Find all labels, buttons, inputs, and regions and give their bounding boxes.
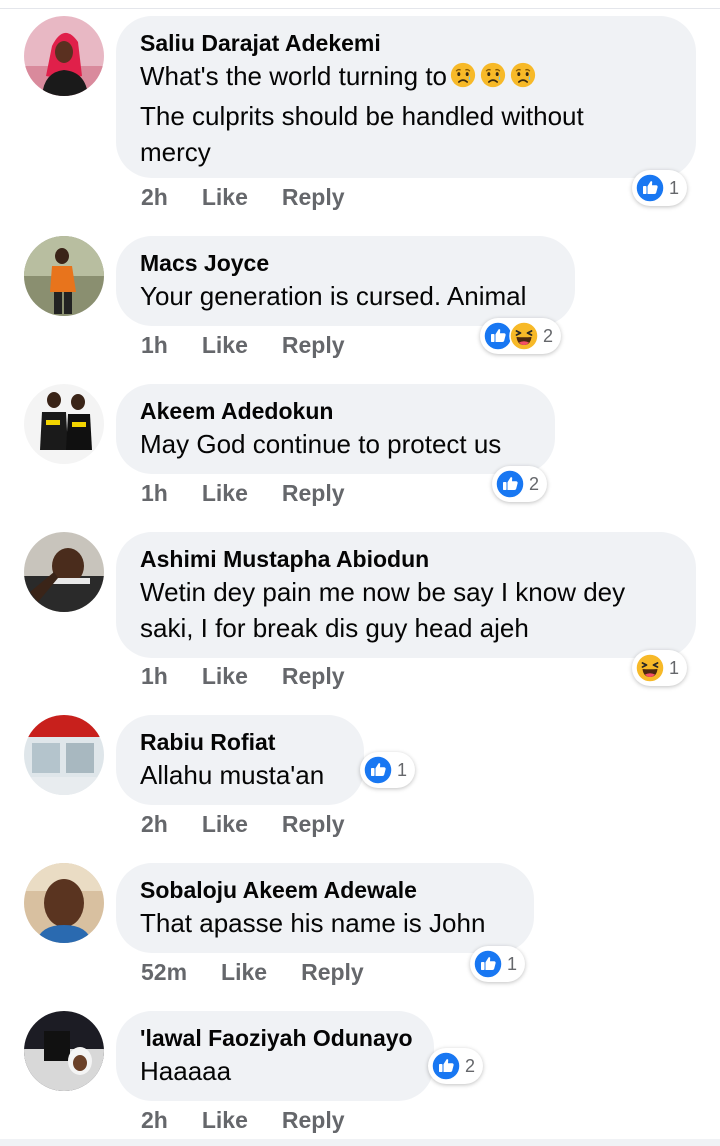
- comment-bubble: Sobaloju Akeem Adewale That apasse his n…: [116, 863, 534, 953]
- comment-actions: 52m Like Reply: [141, 959, 398, 986]
- comment-actions: 1h Like Reply: [141, 332, 379, 359]
- reaction-count: 2: [543, 325, 554, 346]
- timestamp[interactable]: 1h: [141, 332, 168, 358]
- like-button[interactable]: Like: [202, 811, 248, 837]
- avatar[interactable]: [24, 863, 104, 943]
- reaction-badge[interactable]: 2: [428, 1048, 484, 1084]
- timestamp[interactable]: 2h: [141, 184, 168, 210]
- commenter-name[interactable]: Akeem Adedokun: [140, 396, 531, 426]
- avatar[interactable]: [24, 16, 104, 96]
- like-icon: [431, 1051, 461, 1081]
- sad-emoji-icon: [449, 61, 477, 98]
- reaction-count: 1: [669, 657, 680, 678]
- comment-bubble: 'lawal Faoziyah Odunayo Haaaaa: [116, 1011, 434, 1101]
- reply-button[interactable]: Reply: [301, 959, 364, 985]
- timestamp[interactable]: 2h: [141, 811, 168, 837]
- comment-text-line: Wetin dey pain me now be say I know dey: [140, 577, 626, 607]
- commenter-name[interactable]: Ashimi Mustapha Abiodun: [140, 544, 672, 574]
- reaction-badge[interactable]: 1: [360, 752, 416, 788]
- commenter-name[interactable]: Sobaloju Akeem Adewale: [140, 875, 510, 905]
- avatar[interactable]: [24, 1011, 104, 1091]
- reaction-count: 1: [507, 953, 518, 974]
- comment-bubble: Saliu Darajat Adekemi What's the world t…: [116, 16, 696, 178]
- timestamp[interactable]: 52m: [141, 959, 187, 985]
- comment-text: May God continue to protect us: [140, 429, 502, 459]
- timestamp[interactable]: 2h: [141, 1107, 168, 1133]
- commenter-name[interactable]: Saliu Darajat Adekemi: [140, 28, 672, 58]
- comment-text: Haaaaa: [140, 1056, 232, 1086]
- reaction-badge[interactable]: 2: [480, 318, 562, 354]
- commenter-name[interactable]: Rabiu Rofiat: [140, 727, 340, 757]
- like-button[interactable]: Like: [202, 1107, 248, 1133]
- reaction-count: 1: [397, 759, 408, 780]
- reply-button[interactable]: Reply: [282, 332, 345, 358]
- comment-text: What's the world turning to: [140, 58, 672, 98]
- like-icon: [495, 469, 525, 499]
- comment-text-line: mercy: [140, 137, 211, 167]
- comment-text-line: What's the world turning to: [140, 61, 447, 91]
- avatar[interactable]: [24, 236, 104, 316]
- like-icon: [363, 755, 393, 785]
- comment-bubble: Akeem Adedokun May God continue to prote…: [116, 384, 555, 474]
- avatar[interactable]: [24, 715, 104, 795]
- haha-icon: [635, 653, 665, 683]
- comment-actions: 2h Like Reply: [141, 811, 379, 838]
- reaction-count: 1: [669, 177, 680, 198]
- avatar[interactable]: [24, 532, 104, 612]
- reply-button[interactable]: Reply: [282, 1107, 345, 1133]
- comment-bubble: Ashimi Mustapha Abiodun Wetin dey pain m…: [116, 532, 696, 658]
- like-icon: [635, 173, 665, 203]
- comment-actions: 1h Like Reply: [141, 663, 379, 690]
- reply-button[interactable]: Reply: [282, 663, 345, 689]
- sad-emoji-icon: [509, 61, 537, 98]
- comment-actions: 2h Like Reply: [141, 184, 379, 211]
- like-button[interactable]: Like: [221, 959, 267, 985]
- reaction-badge[interactable]: 1: [632, 170, 688, 206]
- commenter-name[interactable]: Macs Joyce: [140, 248, 551, 278]
- comment-actions: 1h Like Reply: [141, 480, 379, 507]
- reaction-count: 2: [529, 473, 540, 494]
- like-button[interactable]: Like: [202, 332, 248, 358]
- comment-text: Your generation is cursed. Animal: [140, 281, 527, 311]
- reply-button[interactable]: Reply: [282, 184, 345, 210]
- reaction-badge[interactable]: 2: [492, 466, 548, 502]
- comment-bubble: Rabiu Rofiat Allahu musta'an: [116, 715, 364, 805]
- comment-text-line: saki, I for break dis guy head ajeh: [140, 613, 529, 643]
- comment-bubble: Macs Joyce Your generation is cursed. An…: [116, 236, 575, 326]
- comment-actions: 2h Like Reply: [141, 1107, 379, 1134]
- reply-button[interactable]: Reply: [282, 811, 345, 837]
- haha-icon: [509, 321, 539, 351]
- reaction-badge[interactable]: 1: [470, 946, 526, 982]
- reaction-count: 2: [465, 1055, 476, 1076]
- avatar[interactable]: [24, 384, 104, 464]
- reaction-badge[interactable]: 1: [632, 650, 688, 686]
- like-button[interactable]: Like: [202, 480, 248, 506]
- top-divider: [0, 8, 720, 9]
- reply-button[interactable]: Reply: [282, 480, 345, 506]
- timestamp[interactable]: 1h: [141, 480, 168, 506]
- like-button[interactable]: Like: [202, 184, 248, 210]
- like-button[interactable]: Like: [202, 663, 248, 689]
- bottom-divider: [0, 1139, 720, 1146]
- sad-emoji-icon: [479, 61, 507, 98]
- comment-text: Allahu musta'an: [140, 760, 325, 790]
- comment-text: That apasse his name is John: [140, 908, 486, 938]
- like-icon: [473, 949, 503, 979]
- timestamp[interactable]: 1h: [141, 663, 168, 689]
- comment-text-line: The culprits should be handled without: [140, 101, 584, 131]
- commenter-name[interactable]: 'lawal Faoziyah Odunayo: [140, 1023, 413, 1053]
